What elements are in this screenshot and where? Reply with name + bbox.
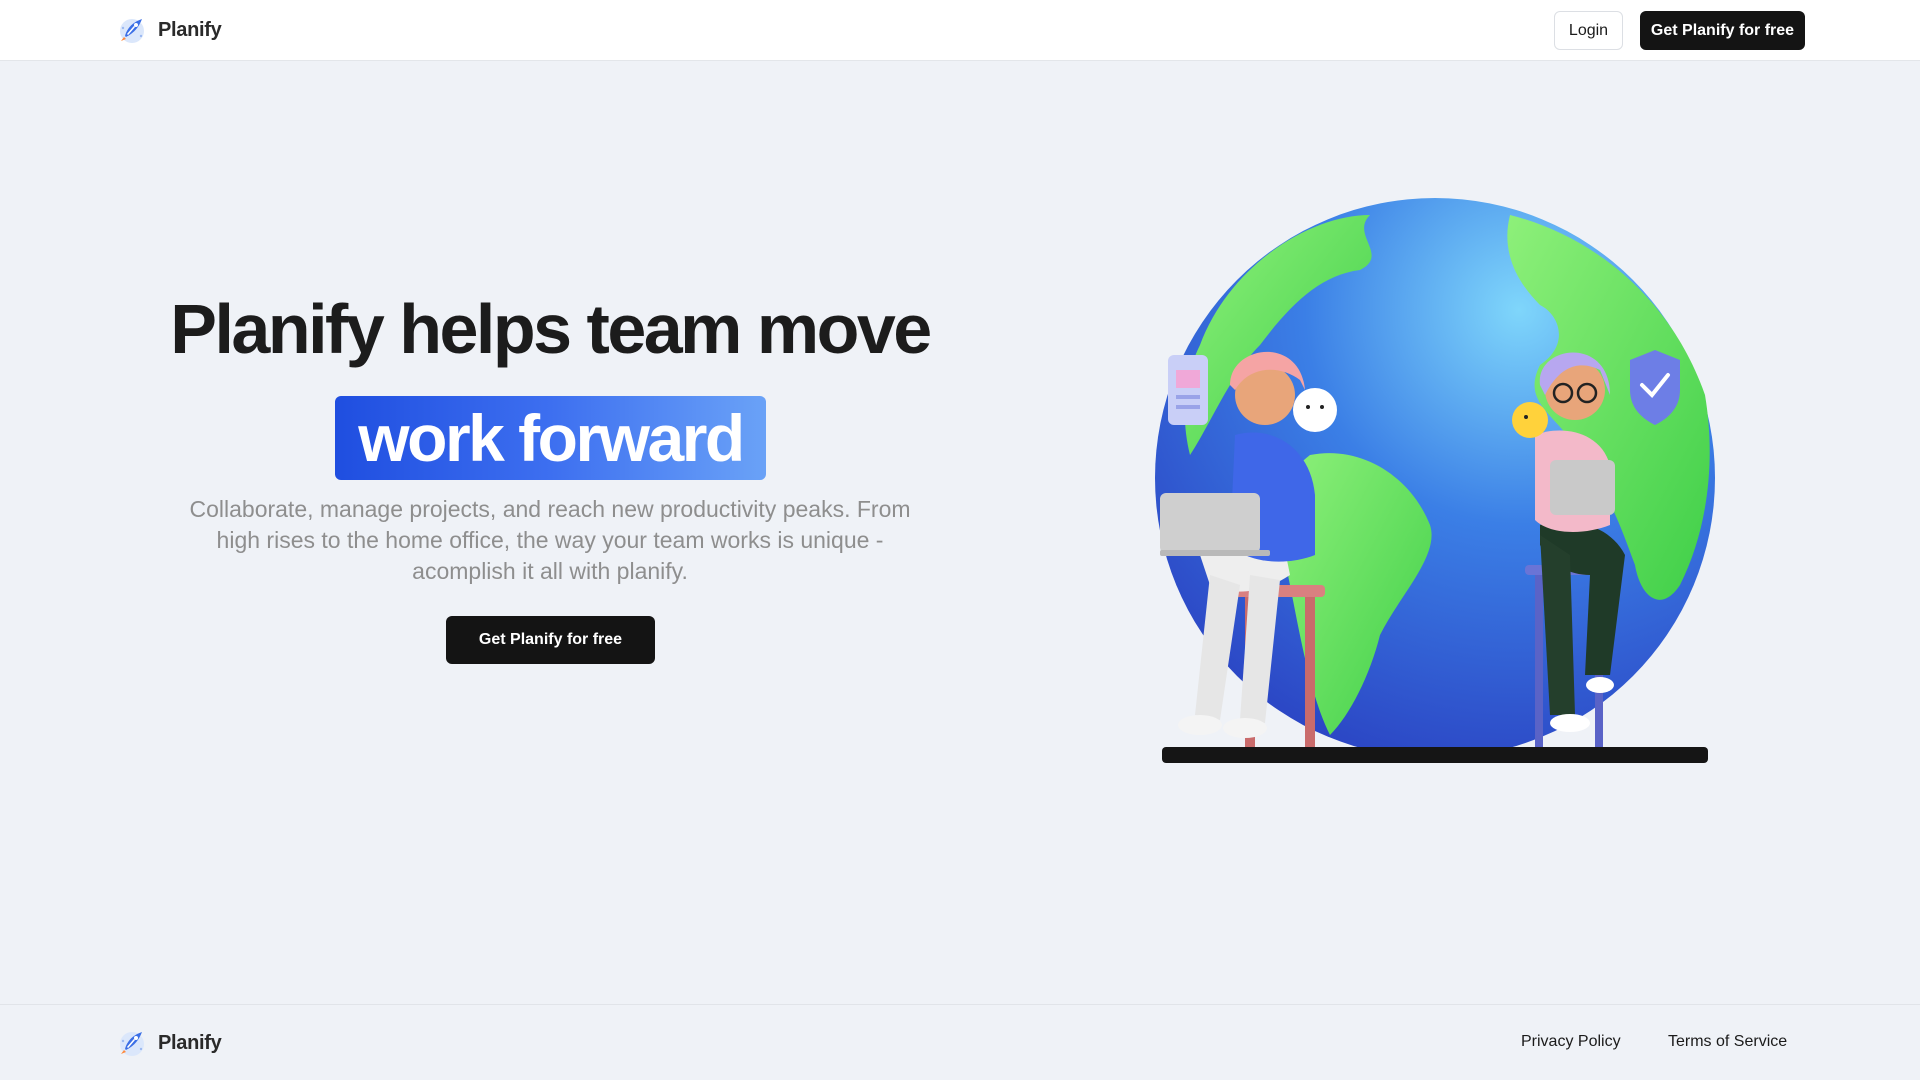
planify-logo-icon (120, 1032, 144, 1056)
footer (0, 1004, 1920, 1080)
hero-subtitle: Collaborate, manage projects, and reach … (189, 496, 911, 584)
login-button[interactable]: Login (1554, 11, 1623, 50)
floor-shadow-bar (1162, 747, 1708, 763)
hero-highlight-text: work forward (358, 401, 745, 475)
hero-title: Planify helps team move (170, 290, 932, 368)
privacy-policy-link[interactable]: Privacy Policy (1521, 1033, 1621, 1051)
header-brand[interactable]: Planify (116, 14, 222, 46)
clipboard (1168, 355, 1208, 425)
hero-get-started-button[interactable]: Get Planify for free (446, 616, 655, 664)
footer-brand-name: Planify (158, 1031, 222, 1054)
hero-highlight-box: work forward (335, 396, 766, 480)
terms-of-service-link[interactable]: Terms of Service (1668, 1033, 1787, 1051)
brand-name: Planify (158, 18, 222, 41)
planify-logo-icon (120, 19, 144, 43)
landing-page: Planify Login Get Planify for free Plani… (0, 0, 1920, 1080)
header-get-started-button[interactable]: Get Planify for free (1640, 11, 1805, 50)
footer-brand[interactable]: Planify (116, 1027, 222, 1059)
top-navbar: Planify Login Get Planify for free (0, 0, 1920, 61)
left-worker (1160, 351, 1337, 747)
globe-workers-illustration (1155, 198, 1715, 763)
